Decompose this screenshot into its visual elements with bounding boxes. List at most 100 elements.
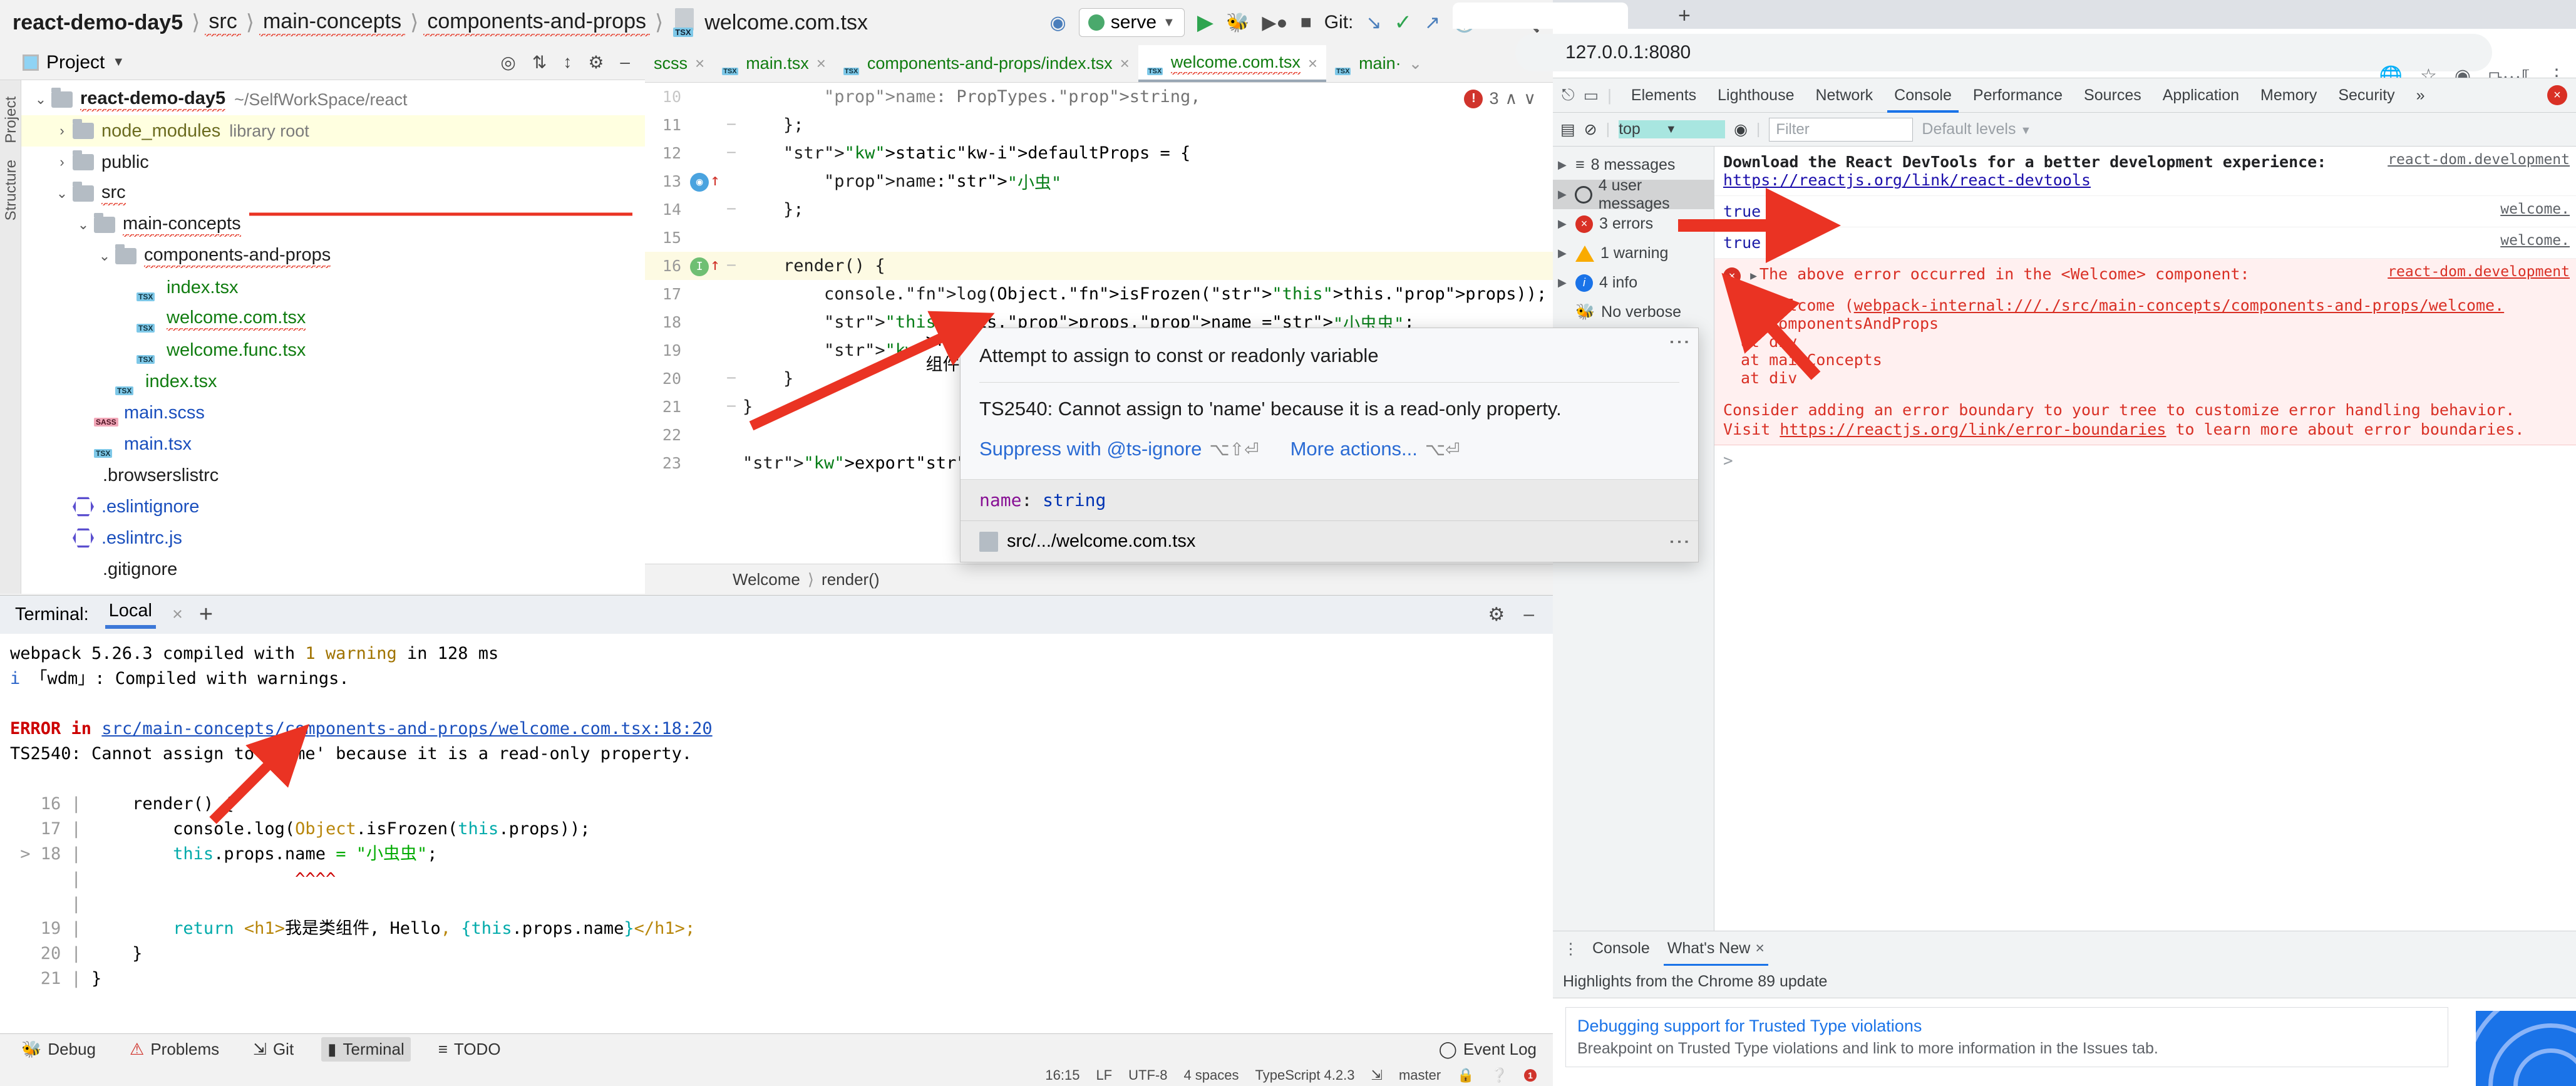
tree-item-welcome-com-tsx[interactable]: TSX welcome.com.tsx: [21, 303, 645, 334]
add-terminal-icon[interactable]: +: [199, 601, 213, 628]
browser-tab[interactable]: [1453, 3, 1628, 29]
run-configuration-selector[interactable]: serve ▼: [1078, 8, 1185, 37]
tool-window-button-git[interactable]: ⇲ Git: [247, 1037, 300, 1062]
close-icon[interactable]: ×: [1120, 54, 1130, 73]
status-git-branch[interactable]: master: [1399, 1067, 1441, 1083]
run-button[interactable]: ▶: [1197, 10, 1213, 35]
tool-window-button-terminal[interactable]: ▮ Terminal: [321, 1037, 411, 1062]
status-indent[interactable]: 4 spaces: [1183, 1067, 1239, 1083]
tree-item-src[interactable]: ⌄ src: [21, 178, 645, 209]
status-error-badge[interactable]: 1: [1524, 1069, 1537, 1082]
close-icon[interactable]: ×: [695, 54, 704, 73]
editor-tab-main-[interactable]: TSX main· ⌄: [1326, 45, 1431, 82]
editor-tab-welcome-com-tsx[interactable]: TSX welcome.com.tsx ×: [1138, 45, 1327, 82]
devtools-tab--[interactable]: »: [2406, 78, 2436, 113]
drawer-tab-whats-new[interactable]: What's New ×: [1663, 931, 1769, 966]
console-filter-input[interactable]: Filter: [1769, 117, 1914, 142]
chevron-right-icon[interactable]: ▶: [1558, 188, 1569, 201]
devtools-tab-memory[interactable]: Memory: [2250, 78, 2327, 113]
gutter-marker[interactable]: I ↑: [690, 256, 720, 276]
expand-all-icon[interactable]: ⇅: [532, 52, 547, 73]
bookmark-icon[interactable]: ◉: [690, 172, 709, 192]
console-sidebar-item-no-verbose[interactable]: 🐝 No verbose: [1553, 297, 1714, 327]
more-vertical-icon[interactable]: ⋮: [1563, 939, 1579, 958]
prev-error-icon[interactable]: ∧: [1505, 89, 1517, 108]
address-bar[interactable]: 127.0.0.1:8080: [1515, 34, 2492, 71]
device-toolbar-icon[interactable]: ▭: [1584, 86, 1599, 105]
console-message-info[interactable]: Download the React DevTools for a better…: [1714, 147, 2576, 196]
status-language-version[interactable]: TypeScript 4.2.3: [1255, 1067, 1355, 1083]
devtools-tab-performance[interactable]: Performance: [1962, 78, 2073, 113]
editor-tab-main-tsx[interactable]: TSX main.tsx ×: [713, 45, 835, 82]
editor-tab-scss[interactable]: scss ×: [645, 45, 713, 82]
whats-new-card-title[interactable]: Debugging support for Trusted Type viola…: [1577, 1016, 2436, 1036]
editor-breadcrumb-class[interactable]: Welcome: [733, 570, 800, 589]
devtools-tab-network[interactable]: Network: [1805, 78, 1883, 113]
close-icon[interactable]: ×: [1308, 54, 1317, 73]
chevron-down-icon[interactable]: ⌄: [1409, 54, 1423, 73]
status-encoding[interactable]: UTF-8: [1128, 1067, 1167, 1083]
breadcrumb-components-and-props[interactable]: components-and-props: [423, 9, 650, 36]
breadcrumb-welcome-file[interactable]: welcome.com.tsx: [701, 11, 872, 35]
editor-tab-bar[interactable]: scss × TSX main.tsx × TSX components-and-props…: [645, 45, 1553, 83]
hide-panel-icon[interactable]: –: [1523, 604, 1534, 626]
devtools-tab-sources[interactable]: Sources: [2073, 78, 2152, 113]
chevron-down-icon[interactable]: ⌄: [51, 185, 73, 202]
code-line-15[interactable]: 15: [645, 224, 1553, 252]
more-vertical-icon[interactable]: ⋮: [1667, 331, 1691, 353]
console-stack-link[interactable]: webpack-internal:///./src/main-concepts/…: [1854, 296, 2505, 314]
chevron-right-icon[interactable]: ›: [51, 154, 73, 170]
sidebar-toggle-icon[interactable]: ▤: [1560, 120, 1575, 139]
tree-item-index-tsx[interactable]: TSX index.tsx: [21, 366, 645, 397]
tree-item--eslintrc-js[interactable]: .eslintrc.js: [21, 522, 645, 554]
tree-item-main-tsx[interactable]: TSX main.tsx: [21, 428, 645, 460]
tree-item-components-and-props[interactable]: ⌄ components-and-props: [21, 240, 645, 272]
git-update-icon[interactable]: ↘: [1366, 12, 1381, 34]
console-message-error[interactable]: × ▶ The above error occurred in the <Welc…: [1714, 259, 2576, 445]
next-error-icon[interactable]: ∨: [1523, 89, 1536, 108]
lock-icon[interactable]: 🔒: [1457, 1067, 1474, 1083]
settings-gear-icon[interactable]: ⚙: [1488, 604, 1505, 626]
tree-item-main-concepts[interactable]: ⌄ main-concepts: [21, 209, 645, 240]
tree-item-welcome-func-tsx[interactable]: TSX welcome.func.tsx: [21, 334, 645, 366]
devtools-tab-elements[interactable]: Elements: [1620, 78, 1707, 113]
console-footer-link[interactable]: https://reactjs.org/link/error-boundarie…: [1780, 420, 2166, 438]
run-gutter-icon[interactable]: I: [690, 257, 709, 276]
vtab-structure[interactable]: Structure: [3, 160, 20, 220]
devtools-tab-bar[interactable]: ⎋ ▭ | Elements Lighthouse Network Console Perfo…: [1553, 78, 2576, 113]
code-fold-icon[interactable]: ─: [720, 371, 743, 386]
console-prompt[interactable]: >: [1714, 445, 2576, 477]
tree-item--browserslistrc[interactable]: .browserslistrc: [21, 460, 645, 491]
console-message-list[interactable]: Download the React DevTools for a better…: [1714, 147, 2576, 931]
more-vertical-icon[interactable]: ⋮: [1667, 531, 1691, 552]
code-line-17[interactable]: 17 console."fn">log (Object. "fn" >isFrozen…: [645, 280, 1553, 308]
breadcrumb-project[interactable]: react-demo-day5: [9, 11, 187, 35]
expand-icon[interactable]: ▶: [1750, 269, 1757, 282]
vtab-project[interactable]: Project: [3, 96, 20, 143]
editor-breadcrumb-method[interactable]: render(): [822, 570, 879, 589]
chevron-right-icon[interactable]: ▶: [1558, 217, 1569, 230]
log-level-selector[interactable]: Default levels ▼: [1922, 120, 2031, 138]
chevron-down-icon[interactable]: ⌄: [30, 91, 51, 108]
code-fold-icon[interactable]: ─: [720, 399, 743, 415]
tool-window-button-debug[interactable]: 🐝 Debug: [15, 1037, 102, 1062]
clear-console-icon[interactable]: ⊘: [1584, 120, 1597, 139]
status-caret-position[interactable]: 16:15: [1045, 1067, 1079, 1083]
editor-error-counter[interactable]: ! 3 ∧ ∨: [1464, 89, 1536, 108]
suppress-ts-ignore-link[interactable]: Suppress with @ts-ignore: [979, 438, 1202, 460]
tree-item-index-tsx[interactable]: TSX index.tsx: [21, 272, 645, 303]
console-message-source[interactable]: welcome.: [2500, 232, 2570, 249]
console-sidebar-item-8-messages[interactable]: ▶ ≡ 8 messages: [1553, 150, 1714, 180]
ide-tool-window-bar[interactable]: 🐝 Debug ⚠ Problems ⇲ Git ▮ Terminal ≡ TODO ◯ Event …: [0, 1033, 1553, 1065]
chevron-down-icon[interactable]: ⌄: [94, 248, 115, 264]
more-actions-link[interactable]: More actions...: [1291, 438, 1418, 460]
terminal-tab-local[interactable]: Local: [105, 601, 157, 629]
console-message-link[interactable]: https://reactjs.org/link/react-devtools: [1723, 171, 2091, 189]
git-push-icon[interactable]: ↗: [1425, 12, 1440, 34]
close-devtools-icon[interactable]: ×: [2547, 85, 2567, 105]
tree-item--gitignore[interactable]: .gitignore: [21, 554, 645, 585]
search-everywhere-icon[interactable]: ◉: [1050, 12, 1066, 34]
project-tree[interactable]: ⌄ react-demo-day5 ~/SelfWorkSpace/react › no…: [21, 80, 645, 594]
drawer-tab-console[interactable]: Console: [1589, 931, 1654, 966]
inspect-element-icon[interactable]: ⎋: [1562, 85, 1575, 105]
